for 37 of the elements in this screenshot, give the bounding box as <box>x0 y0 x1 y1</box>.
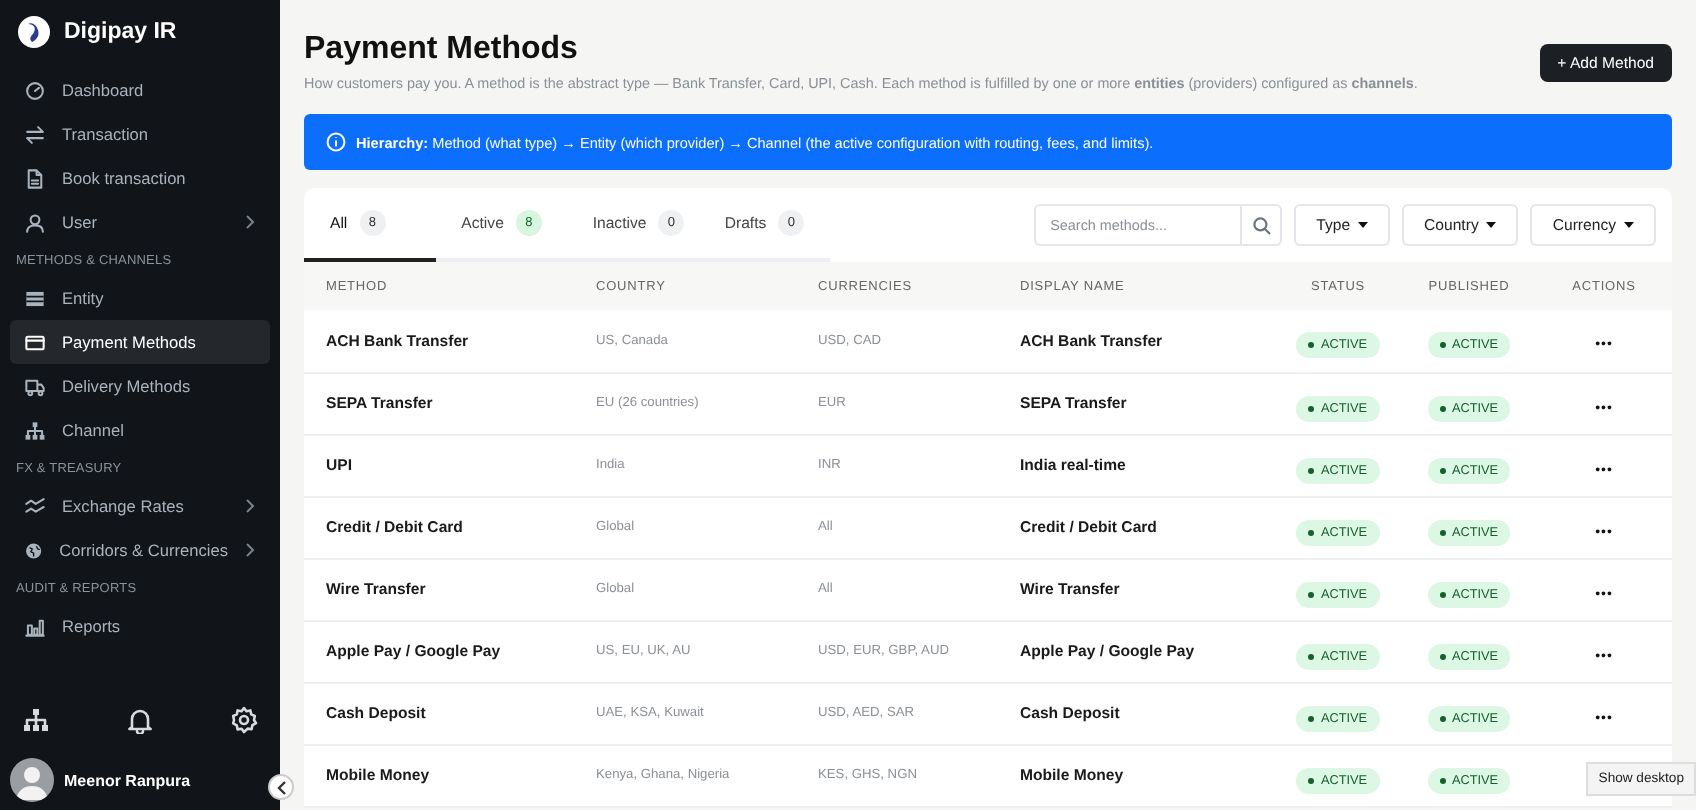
caret-icon <box>1486 221 1497 229</box>
sidebar-item[interactable]: Reports <box>10 604 270 648</box>
hierarchy-icon <box>24 419 46 441</box>
sidebar-item[interactable]: Corridors & Currencies <box>10 528 270 572</box>
collapse-button[interactable] <box>268 774 294 800</box>
settings-icon[interactable] <box>230 706 258 734</box>
user-icon <box>24 211 46 233</box>
gauge-icon <box>24 79 46 101</box>
globe-icon <box>24 539 44 561</box>
page-title: Payment Methods <box>304 32 580 68</box>
hierarchy-icon[interactable] <box>22 706 50 734</box>
user-name: Meenor Ranpura <box>64 771 191 789</box>
caret-icon <box>1358 221 1369 229</box>
bell-icon[interactable] <box>126 706 154 734</box>
sidebar-item[interactable]: Channel <box>10 408 270 452</box>
caret-icon <box>1624 221 1634 229</box>
sidebar-item[interactable]: Exchange Rates <box>10 484 270 528</box>
avatar[interactable] <box>10 758 54 802</box>
logo-icon <box>18 16 50 48</box>
chevron-left-icon <box>275 779 287 795</box>
sidebar-item[interactable]: Book transaction <box>10 156 270 200</box>
sidebar-item[interactable]: Transaction <box>10 112 270 156</box>
table-icon <box>24 287 46 309</box>
sidebar-item[interactable]: Dashboard <box>10 68 270 112</box>
sidebar-item[interactable]: Entity <box>10 276 270 320</box>
card-icon <box>24 331 46 353</box>
sidebar-item[interactable]: User <box>10 200 270 244</box>
search-icon[interactable] <box>1251 215 1272 235</box>
sidebar-item[interactable]: Payment Methods <box>10 320 270 364</box>
bar-chart-icon <box>24 615 46 637</box>
trend-lines-icon <box>24 495 46 517</box>
swap-arrows-icon <box>24 123 46 145</box>
brand-name: Digipay IR <box>64 20 177 44</box>
sidebar-item[interactable]: Delivery Methods <box>10 364 270 408</box>
truck-icon <box>24 375 46 397</box>
document-icon <box>24 167 46 189</box>
info-icon <box>326 132 346 152</box>
